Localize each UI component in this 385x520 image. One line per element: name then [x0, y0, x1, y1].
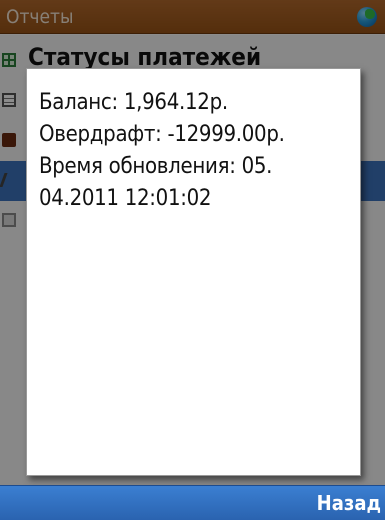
balance-text: Баланс: 1,964.12р.	[39, 90, 228, 115]
softkey-bar: Назад	[0, 485, 385, 520]
update-time-label: Время обновления: 05.	[39, 154, 273, 179]
update-time-value: 04.2011 12:01:02	[39, 186, 212, 211]
balance-info-dialog: Баланс: 1,964.12р. Овердрафт: -12999.00р…	[26, 68, 361, 476]
overdraft-text: Овердрафт: -12999.00р.	[39, 122, 285, 147]
back-button[interactable]: Назад	[317, 486, 381, 520]
